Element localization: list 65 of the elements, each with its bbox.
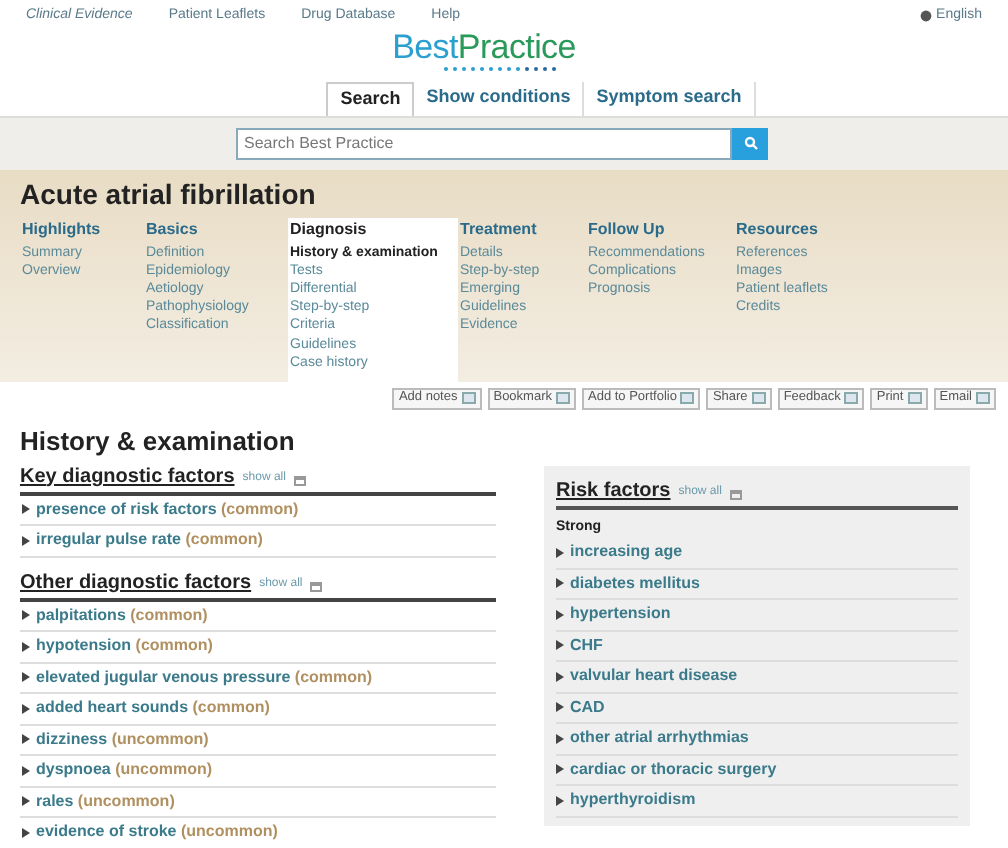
triangle-icon — [556, 795, 564, 806]
small-icon — [976, 392, 990, 404]
group-heading: Key diagnostic factors — [20, 465, 235, 489]
group-heading: Risk factors — [556, 479, 671, 503]
dots-drawing — [442, 65, 562, 71]
factor-item[interactable]: hypotension (common) — [36, 634, 213, 659]
triangle-icon — [22, 504, 30, 515]
expand-icon — [293, 475, 306, 485]
nav-heading[interactable]: Diagnosis — [290, 217, 450, 241]
small-icon — [680, 392, 695, 404]
triangle-icon — [22, 827, 30, 838]
risk-factor-item[interactable]: hypertension — [570, 602, 671, 627]
factor-item[interactable]: evidence of stroke (uncommon) — [36, 820, 278, 845]
search-icon — [743, 136, 757, 150]
small-icon — [844, 392, 859, 404]
nav-heading[interactable]: Follow Up — [588, 217, 726, 241]
search-button[interactable] — [732, 127, 768, 159]
expand-icon — [310, 581, 323, 591]
triangle-icon — [22, 535, 30, 546]
search-field[interactable]: Search Best Practice — [236, 127, 732, 159]
group-heading: Other diagnostic factors — [20, 571, 252, 595]
factor-item[interactable]: irregular pulse rate (common) — [36, 528, 263, 553]
page-title: Acute atrial fibrillation — [20, 175, 318, 211]
factor-item[interactable]: presence of risk factors (common) — [36, 497, 299, 522]
nav-heading[interactable]: Highlights — [22, 217, 136, 241]
logo: BestPractice — [392, 29, 576, 65]
small-icon — [751, 392, 766, 404]
factor-item[interactable]: dyspnoea (uncommon) — [36, 758, 213, 783]
factor-item[interactable]: rales (uncommon) — [36, 789, 175, 814]
triangle-icon — [22, 610, 30, 621]
triangle-icon — [22, 765, 30, 776]
nav-heading[interactable]: Resources — [736, 217, 866, 241]
section-title: History & examination — [18, 425, 297, 457]
triangle-icon — [556, 733, 564, 744]
triangle-icon — [556, 578, 564, 589]
small-icon — [461, 392, 476, 404]
small-icon — [907, 392, 922, 404]
search-tab[interactable]: Search — [326, 81, 415, 115]
triangle-icon — [556, 671, 564, 682]
small-icon — [556, 392, 570, 404]
risk-factor-item[interactable]: increasing age — [570, 540, 683, 565]
triangle-icon — [22, 672, 30, 683]
triangle-icon — [556, 609, 564, 620]
risk-factor-item[interactable]: other atrial arrhythmias — [570, 726, 749, 751]
triangle-icon — [22, 703, 30, 714]
triangle-icon — [556, 640, 564, 651]
triangle-icon — [22, 796, 30, 807]
risk-factor-item[interactable]: diabetes mellitus — [570, 571, 700, 596]
risk-factor-item[interactable]: hyperthyroidism — [570, 788, 696, 813]
nav-heading[interactable]: Basics — [146, 217, 280, 241]
factor-item[interactable]: palpitations (common) — [36, 603, 208, 628]
nav-heading[interactable]: Treatment — [460, 217, 578, 241]
risk-factor-item[interactable]: CHF — [570, 633, 603, 658]
triangle-icon — [556, 764, 564, 775]
factor-item[interactable]: dizziness (uncommon) — [36, 727, 209, 752]
risk-factor-item[interactable]: valvular heart disease — [570, 664, 738, 689]
triangle-icon — [556, 547, 564, 558]
factor-item[interactable]: added heart sounds (common) — [36, 696, 270, 721]
triangle-icon — [22, 734, 30, 745]
triangle-icon — [556, 702, 564, 713]
triangle-icon — [22, 641, 30, 652]
expand-icon — [729, 489, 742, 499]
risk-factor-item[interactable]: CAD — [570, 695, 605, 720]
factor-item[interactable]: elevated jugular venous pressure (common) — [36, 665, 373, 690]
risk-factor-item[interactable]: cardiac or thoracic surgery — [570, 757, 777, 782]
